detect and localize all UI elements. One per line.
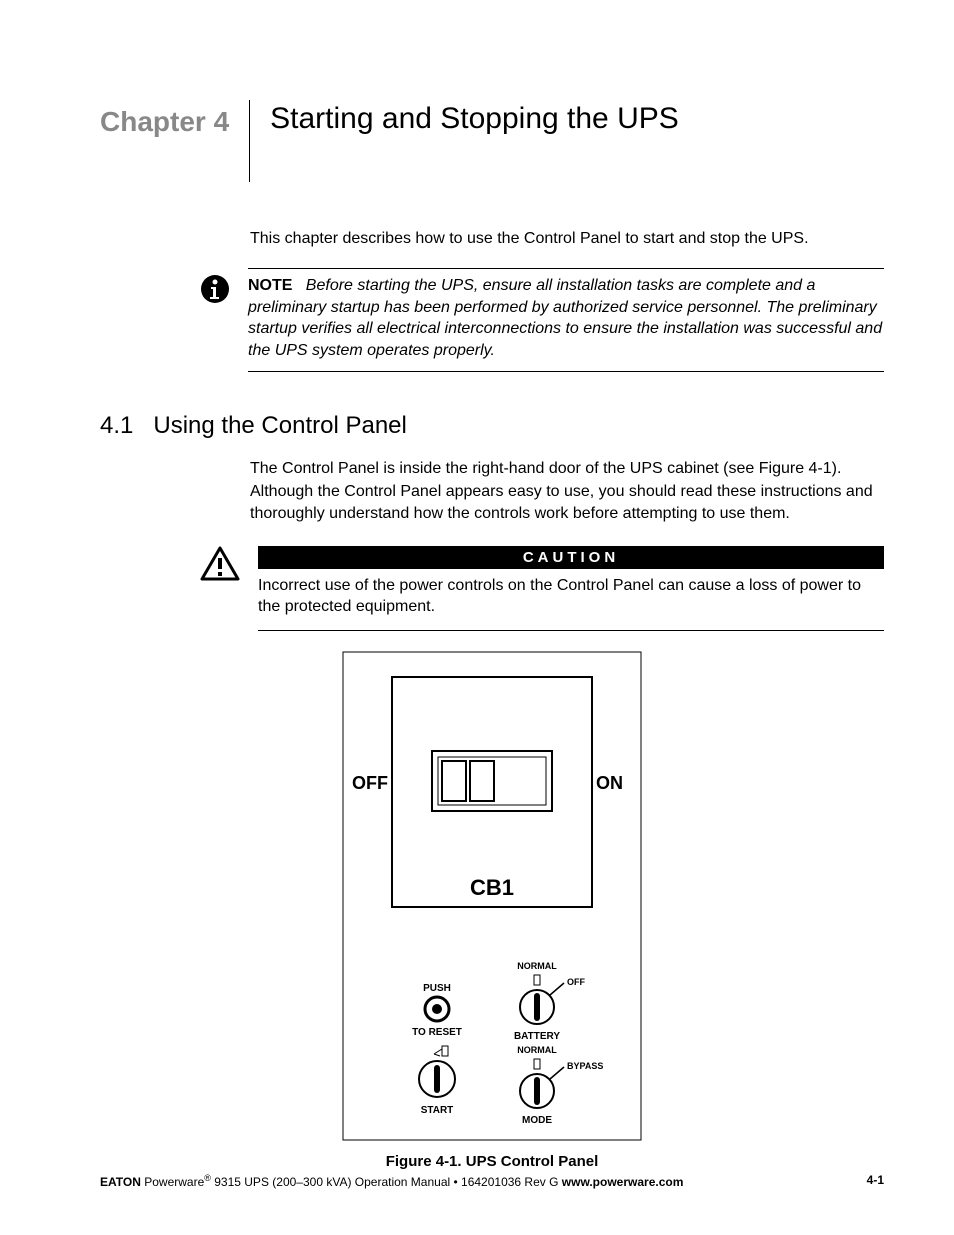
label-off2: OFF [567, 977, 585, 987]
caution-label: CAUTION [258, 546, 884, 569]
label-push: PUSH [423, 983, 451, 994]
label-on: ON [596, 773, 623, 793]
label-normal2: NORMAL [517, 1045, 557, 1055]
label-mode: MODE [522, 1115, 552, 1126]
section-body: The Control Panel is inside the right-ha… [250, 458, 884, 525]
info-icon [200, 268, 230, 304]
intro-paragraph: This chapter describes how to use the Co… [250, 230, 884, 248]
label-start: START [421, 1105, 454, 1116]
note-block: NOTE Before starting the UPS, ensure all… [200, 268, 884, 372]
registered-mark: ® [204, 1173, 211, 1183]
caution-body: Incorrect use of the power controls on t… [258, 575, 884, 618]
note-label: NOTE [248, 277, 292, 294]
note-content: NOTE Before starting the UPS, ensure all… [248, 268, 884, 372]
figure-control-panel: OFF ON CB1 PUSH TO RESET START NORMAL OF… [100, 651, 884, 1170]
caution-content: CAUTION Incorrect use of the power contr… [258, 546, 884, 631]
figure-caption: Figure 4-1. UPS Control Panel [100, 1153, 884, 1170]
section-number: 4.1 [100, 412, 133, 440]
footer-brand: EATON [100, 1175, 141, 1189]
footer-url: www.powerware.com [562, 1175, 684, 1189]
page-footer: EATON Powerware® 9315 UPS (200–300 kVA) … [100, 1173, 884, 1189]
footer-left: EATON Powerware® 9315 UPS (200–300 kVA) … [100, 1173, 683, 1189]
caution-block: CAUTION Incorrect use of the power contr… [200, 546, 884, 631]
page-number: 4-1 [867, 1173, 884, 1189]
label-normal1: NORMAL [517, 961, 557, 971]
footer-product: Powerware [141, 1175, 204, 1189]
label-to-reset: TO RESET [412, 1027, 462, 1038]
chapter-header: Chapter 4 Starting and Stopping the UPS [100, 100, 884, 182]
footer-rest: 9315 UPS (200–300 kVA) Operation Manual … [211, 1175, 562, 1189]
warning-icon [200, 546, 240, 582]
label-off: OFF [352, 773, 388, 793]
note-body: Before starting the UPS, ensure all inst… [248, 277, 882, 359]
chapter-number: Chapter 4 [100, 100, 249, 138]
label-cb1: CB1 [470, 875, 514, 900]
section-heading: 4.1 Using the Control Panel [100, 412, 884, 440]
label-battery: BATTERY [514, 1031, 560, 1042]
label-bypass: BYPASS [567, 1061, 603, 1071]
section-title: Using the Control Panel [153, 412, 406, 440]
chapter-title: Starting and Stopping the UPS [250, 100, 679, 136]
